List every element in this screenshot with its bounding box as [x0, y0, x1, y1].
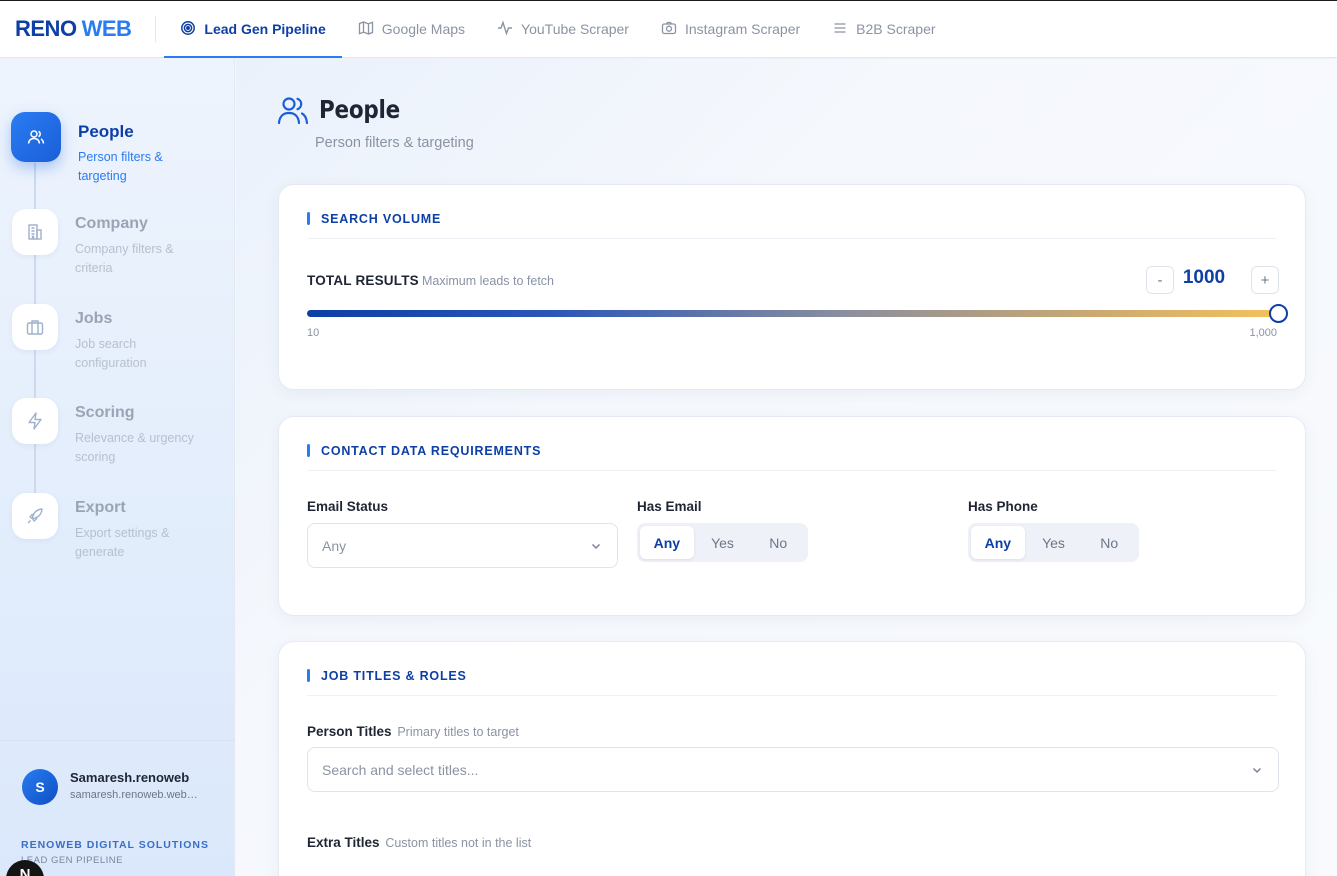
step-description: Job search configuration — [75, 337, 147, 370]
rocket-icon — [12, 493, 58, 539]
total-results-label: TOTAL RESULTS — [307, 273, 419, 288]
section-divider — [307, 470, 1277, 471]
contact-requirements-card: CONTACT DATA REQUIREMENTS Email Status A… — [278, 416, 1306, 616]
users-icon — [11, 112, 61, 162]
section-title: CONTACT DATA REQUIREMENTS — [307, 444, 541, 458]
step-title: Export — [75, 499, 126, 516]
step-description: Company filters & criteria — [75, 242, 174, 275]
brand-part-2: WEB — [81, 16, 132, 41]
top-nav: RENO WEB Lead Gen Pipeline Google Maps Y… — [0, 0, 1337, 58]
sidebar: People Person filters & targeting Compan… — [0, 59, 235, 876]
email-status-select[interactable]: Any — [307, 523, 618, 568]
step-people[interactable]: People Person filters & targeting — [0, 112, 235, 192]
results-slider-thumb[interactable] — [1269, 304, 1288, 323]
step-scoring[interactable]: Scoring Relevance & urgency scoring — [0, 398, 235, 478]
has-phone-no[interactable]: No — [1082, 526, 1136, 559]
person-titles-hint: Primary titles to target — [397, 725, 519, 739]
section-divider — [307, 238, 1277, 239]
user-email: samaresh.renoweb.web@gmail.com — [70, 789, 200, 801]
tab-youtube-scraper[interactable]: YouTube Scraper — [481, 1, 645, 57]
increment-button[interactable]: + — [1251, 266, 1279, 294]
step-title: Jobs — [75, 310, 113, 327]
step-export[interactable]: Export Export settings & generate — [0, 493, 235, 573]
brand-divider — [155, 16, 157, 42]
email-status-value: Any — [322, 537, 347, 554]
page-title: People — [319, 95, 400, 124]
slider-min-label: 10 — [307, 327, 320, 339]
zap-icon — [12, 398, 58, 444]
main-content: People Person filters & targeting SEARCH… — [236, 59, 1337, 876]
step-title: Scoring — [75, 404, 135, 421]
section-title: SEARCH VOLUME — [307, 212, 441, 226]
tab-label: Instagram Scraper — [684, 21, 801, 37]
has-email-no[interactable]: No — [751, 526, 805, 559]
tab-label: YouTube Scraper — [521, 21, 629, 37]
camera-icon — [661, 20, 677, 39]
tab-b2b-scraper[interactable]: B2B Scraper — [816, 1, 951, 57]
person-titles-placeholder: Search and select titles... — [322, 761, 479, 778]
tab-label: Google Maps — [381, 21, 466, 37]
has-email-label: Has Email — [637, 499, 702, 514]
has-phone-yes[interactable]: Yes — [1027, 526, 1081, 559]
step-title: People — [78, 122, 134, 141]
extra-titles-hint: Custom titles not in the list — [385, 836, 532, 850]
map-icon — [358, 20, 374, 39]
has-email-toggle: Any Yes No — [637, 523, 808, 562]
section-title: JOB TITLES & ROLES — [307, 669, 467, 683]
brand-logo[interactable]: RENO WEB — [0, 1, 155, 57]
target-icon — [180, 20, 196, 39]
has-email-any[interactable]: Any — [640, 526, 694, 559]
briefcase-icon — [12, 304, 58, 350]
page-subtitle: Person filters & targeting — [315, 135, 474, 151]
tab-instagram-scraper[interactable]: Instagram Scraper — [645, 1, 816, 57]
section-divider — [307, 695, 1277, 696]
job-titles-card: JOB TITLES & ROLES Person Titles Primary… — [278, 641, 1306, 876]
person-titles-label-text: Person Titles — [307, 724, 392, 739]
brand-part-1: RENO — [15, 16, 77, 41]
building-icon — [12, 209, 58, 255]
users-icon — [276, 93, 310, 127]
step-jobs[interactable]: Jobs Job search configuration — [0, 304, 235, 384]
has-phone-toggle: Any Yes No — [968, 523, 1139, 562]
tab-label: B2B Scraper — [856, 21, 936, 37]
person-titles-label: Person Titles Primary titles to target — [307, 724, 519, 739]
search-volume-card: SEARCH VOLUME TOTAL RESULTS Maximum lead… — [278, 184, 1306, 390]
tab-google-maps[interactable]: Google Maps — [342, 1, 481, 57]
org-name: RENOWEB DIGITAL SOLUTIONS — [21, 839, 209, 851]
tab-label: Lead Gen Pipeline — [204, 21, 326, 37]
tab-lead-gen-pipeline[interactable]: Lead Gen Pipeline — [164, 1, 343, 58]
list-icon — [832, 20, 848, 39]
slider-max-label: 1,000 — [1249, 327, 1277, 339]
step-description: Person filters & targeting — [78, 150, 163, 183]
extra-titles-label-text: Extra Titles — [307, 835, 380, 850]
results-slider-track[interactable] — [307, 310, 1279, 317]
step-description: Relevance & urgency scoring — [75, 431, 194, 464]
has-phone-label: Has Phone — [968, 499, 1038, 514]
step-description: Export settings & generate — [75, 526, 170, 559]
email-status-label: Email Status — [307, 499, 389, 514]
person-titles-select[interactable]: Search and select titles... — [307, 747, 1279, 792]
avatar[interactable]: S — [22, 769, 58, 805]
sidebar-footer: S Samaresh.renoweb samaresh.renoweb.web@… — [0, 740, 235, 876]
step-title: Company — [75, 215, 148, 232]
total-results-hint: Maximum leads to fetch — [422, 274, 554, 288]
activity-icon — [497, 19, 513, 39]
has-email-yes[interactable]: Yes — [696, 526, 750, 559]
chevron-down-icon — [589, 539, 603, 553]
chevron-down-icon — [1250, 763, 1264, 777]
extra-titles-label: Extra Titles Custom titles not in the li… — [307, 835, 531, 850]
total-results-value[interactable]: 1000 — [1169, 267, 1239, 289]
user-name: Samaresh.renoweb — [70, 770, 190, 785]
has-phone-any[interactable]: Any — [971, 526, 1025, 559]
tab-bar: Lead Gen Pipeline Google Maps YouTube Sc… — [164, 1, 951, 58]
step-company[interactable]: Company Company filters & criteria — [0, 209, 235, 289]
